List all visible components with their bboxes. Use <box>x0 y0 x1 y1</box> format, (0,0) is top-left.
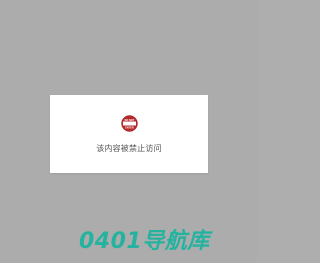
access-denied-dialog: DO NOT ENTER 该内容被禁止访问 <box>50 95 208 173</box>
icon-text-bottom: ENTER <box>125 127 134 130</box>
site-watermark: 0401导航库 <box>79 229 210 254</box>
icon-text-top: DO NOT <box>125 119 135 122</box>
do-not-enter-icon: DO NOT ENTER <box>121 115 138 132</box>
access-denied-message: 该内容被禁止访问 <box>96 144 162 153</box>
page-background: DO NOT ENTER 该内容被禁止访问 0401导航库 <box>0 0 257 263</box>
